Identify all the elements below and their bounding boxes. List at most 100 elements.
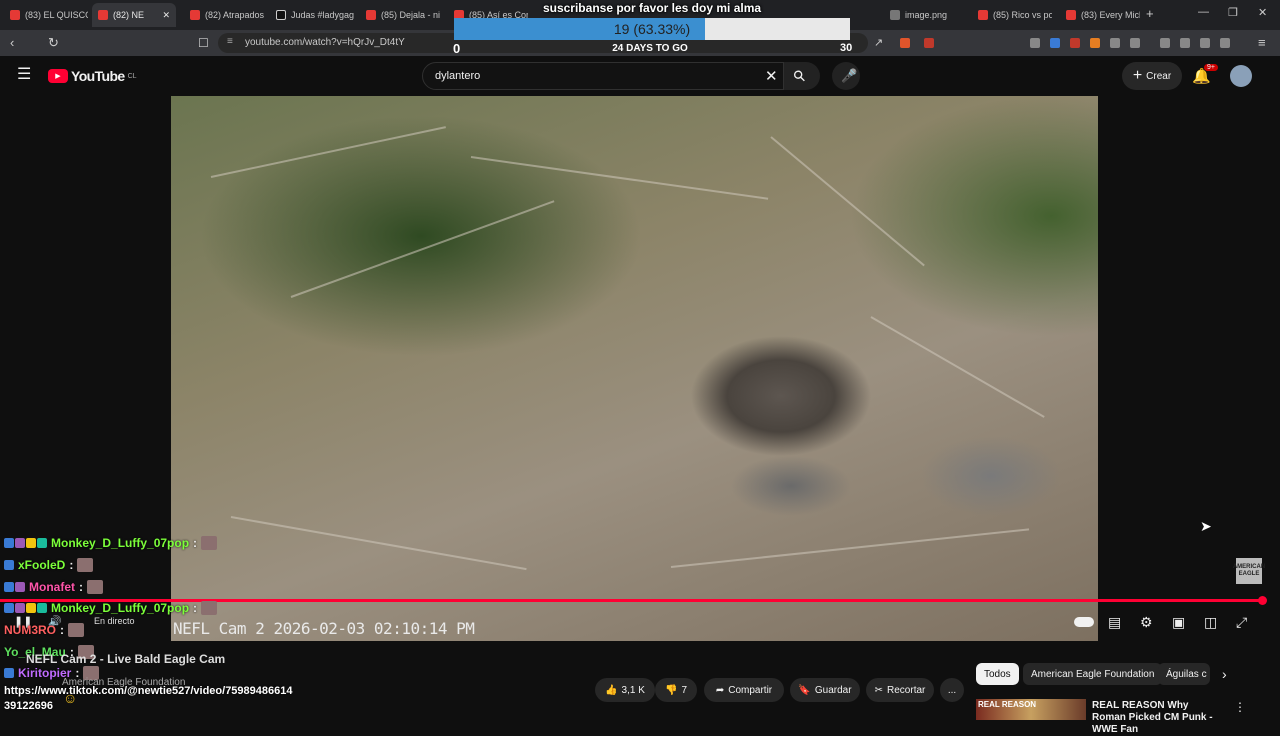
wallet-icon[interactable] <box>1200 38 1210 48</box>
browser-tab[interactable]: (82) Atrapados <box>184 3 264 27</box>
browser-tab[interactable]: (82) NE ✕ <box>92 3 176 27</box>
dislike-button[interactable]: 👎 7 <box>655 678 697 702</box>
video-progress-knob[interactable] <box>1258 596 1267 605</box>
settings-gear-icon[interactable]: ⚙ <box>1140 614 1153 630</box>
chat-emote-icon <box>87 580 103 594</box>
youtube-favicon <box>1066 10 1076 20</box>
chat-badge-icon <box>15 582 25 592</box>
chip-american-eagle-foundation[interactable]: American Eagle Foundation <box>1023 663 1163 685</box>
close-window-icon[interactable]: ✕ <box>1258 6 1267 19</box>
minimize-icon[interactable]: — <box>1198 6 1209 18</box>
new-tab-button[interactable]: + <box>1146 6 1154 21</box>
miniplayer-icon[interactable]: ▣ <box>1172 614 1185 630</box>
more-actions-button[interactable]: ... <box>940 678 964 702</box>
nest-twig <box>670 528 1030 568</box>
media-icon[interactable] <box>1160 38 1170 48</box>
like-button[interactable]: 👍 3,1 K <box>595 678 655 702</box>
extension-icon[interactable] <box>1090 38 1100 48</box>
avatar[interactable] <box>1230 65 1252 87</box>
site-info-icon[interactable]: ≡ <box>227 36 233 47</box>
chat-badge-icon <box>4 582 14 592</box>
reload-icon[interactable]: ↻ <box>48 36 59 50</box>
back-icon[interactable]: ‹ <box>10 36 14 50</box>
url-text: youtube.com/watch?v=hQrJv_Dt4tY <box>245 37 405 48</box>
goal-progress-label: 19 (63.33%) <box>613 21 691 37</box>
tab-label: (82) NE <box>113 10 145 20</box>
search-icon: ⚲ <box>789 66 810 87</box>
browser-tab[interactable]: image.png <box>884 3 964 27</box>
browser-tab[interactable]: (83) EL QUISCO <box>4 3 88 27</box>
chat-separator: : <box>193 601 198 615</box>
tab-label: image.png <box>905 10 948 20</box>
recommendation-title[interactable]: REAL REASON Why Roman Picked CM Punk - W… <box>1092 700 1224 736</box>
brave-shield-icon[interactable] <box>900 38 910 48</box>
ai-icon[interactable] <box>1220 38 1230 48</box>
nest-twig <box>870 316 1045 418</box>
browser-tab[interactable]: (85) Rico vs po <box>972 3 1052 27</box>
clear-search-icon[interactable]: ✕ <box>765 67 778 85</box>
sidebar-icon[interactable] <box>1180 38 1190 48</box>
close-tab-icon[interactable]: ✕ <box>162 10 170 21</box>
nest-twig <box>770 136 925 267</box>
screenshot-icon[interactable] <box>1130 38 1140 48</box>
save-button[interactable]: 🔖 Guardar <box>790 678 860 702</box>
chat-username[interactable]: Monkey_D_Luffy_07pop <box>51 601 189 615</box>
puzzle-icon[interactable] <box>1110 38 1120 48</box>
chip-aguilas[interactable]: Águilas c <box>1158 663 1210 685</box>
share-page-icon[interactable]: ↗ <box>874 36 883 50</box>
video-player[interactable]: NEFL Cam 2 2026-02-03 02:10:14 PM <box>171 96 1098 641</box>
cast-icon[interactable]: ◫ <box>1204 614 1217 630</box>
autoplay-toggle[interactable] <box>1074 617 1094 627</box>
mouse-cursor: ➤ <box>1200 518 1212 534</box>
youtube-logo[interactable]: ▶ YouTube CL <box>48 68 137 84</box>
tiktok-favicon <box>276 10 286 20</box>
recommendation-thumbnail[interactable]: REAL REASON <box>976 699 1086 720</box>
search-input-value: dylantero <box>435 70 481 82</box>
live-label[interactable]: En directo <box>94 616 135 626</box>
chip-todos[interactable]: Todos <box>976 663 1019 685</box>
goal-title: suscribanse por favor les doy mi alma <box>542 1 762 15</box>
chat-emote-icon <box>201 536 218 550</box>
chat-username[interactable]: Monafet <box>29 580 75 594</box>
restore-icon[interactable]: ❐ <box>1228 6 1238 19</box>
chat-username[interactable]: xFooleD <box>18 558 65 572</box>
share-button[interactable]: ➦ Compartir <box>704 678 784 702</box>
menu-icon[interactable]: ≡ <box>1258 36 1266 50</box>
subtitles-icon[interactable]: ▤ <box>1108 614 1121 630</box>
extension-icon[interactable] <box>1070 38 1080 48</box>
create-button[interactable]: + Crear <box>1122 62 1182 90</box>
chat-badge-icon <box>26 538 36 548</box>
bookmark-icon[interactable]: ☐ <box>198 36 209 50</box>
search-input[interactable]: dylantero ✕ <box>422 62 784 90</box>
chat-emote-icon <box>68 623 85 637</box>
browser-tab[interactable]: (83) Every Mich <box>1060 3 1140 27</box>
clip-button[interactable]: ✂ Recortar <box>866 678 934 702</box>
search-button[interactable]: ⚲ <box>784 62 820 90</box>
voice-search-button[interactable]: 🎤 <box>832 62 860 90</box>
chat-username[interactable]: NUM3RO <box>4 623 56 637</box>
extension-icon[interactable] <box>924 38 934 48</box>
nest-twig <box>290 200 555 298</box>
chat-separator: : <box>69 558 74 572</box>
chat-badges <box>4 560 14 570</box>
tab-label: (85) Dejala - ni <box>381 10 441 20</box>
browser-tab[interactable]: Judas #ladygag <box>270 3 354 27</box>
fullscreen-icon[interactable]: ⤢ <box>1236 614 1247 630</box>
bookmark-save-icon: 🔖 <box>798 684 811 696</box>
chat-badges <box>4 603 47 613</box>
extension-icon[interactable] <box>1050 38 1060 48</box>
chevron-right-icon[interactable]: › <box>1222 666 1227 682</box>
thumbs-up-icon: 👍 <box>605 684 618 696</box>
chat-badge-icon <box>4 560 14 570</box>
youtube-header: ☰ ▶ YouTube CL dylantero ✕ ⚲ 🎤 + Crear 🔔… <box>0 56 1280 96</box>
youtube-play-icon: ▶ <box>48 69 68 83</box>
chat-badge-icon <box>37 538 47 548</box>
more-vertical-icon[interactable]: ⋮ <box>1234 700 1246 714</box>
nest-twig <box>230 516 527 571</box>
chat-badge-icon <box>4 603 14 613</box>
hamburger-menu-icon[interactable]: ☰ <box>17 67 31 83</box>
chat-username[interactable]: Monkey_D_Luffy_07pop <box>51 536 189 550</box>
translate-icon[interactable] <box>1030 38 1040 48</box>
chat-badge-icon <box>26 603 36 613</box>
browser-tab[interactable]: (85) Dejala - ni <box>360 3 444 27</box>
